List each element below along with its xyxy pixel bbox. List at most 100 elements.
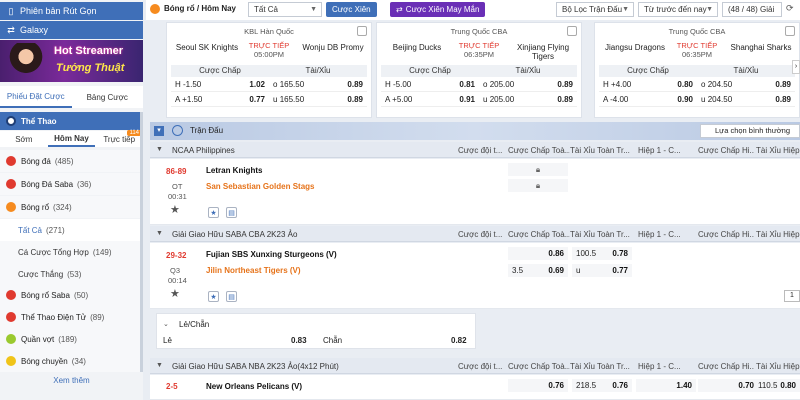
chevron-down-icon: ▼	[622, 6, 629, 13]
card-odd[interactable]: u 205.00 0.89	[479, 92, 577, 106]
sidebar-item[interactable]: Thể Thao Điện Tử (89)	[0, 306, 143, 328]
odd: 0.80	[677, 79, 693, 89]
card-odd[interactable]: u 165.50 0.89	[269, 92, 367, 106]
match-filter-select[interactable]: Bộ Lọc Trận Đấu ▼	[556, 2, 634, 17]
page-select[interactable]: 1	[784, 290, 800, 302]
sidebar-item[interactable]: Quần vợt (189)	[0, 328, 143, 350]
favorite-star-icon[interactable]: ★	[170, 203, 180, 216]
col-header: Hiệp 1 - C...	[638, 146, 681, 155]
handicap-odd-home[interactable]: 0.86	[508, 247, 568, 260]
stats-icon[interactable]: ▤	[226, 291, 237, 302]
sidebar-item-label: Bóng rổ	[21, 202, 50, 212]
tab-bet-slip[interactable]: Phiếu Đặt Cược	[0, 86, 72, 108]
card-odd[interactable]: o 165.50 0.89	[269, 77, 367, 91]
odd-value: 0.80	[780, 381, 796, 390]
half-handicap-odd[interactable]: 0.70	[698, 379, 758, 392]
sidebar-item[interactable]: Bóng đá (485)	[0, 150, 143, 172]
card-odd[interactable]: H -1.50 1.02	[171, 77, 269, 91]
promo-banner[interactable]: Hot Streamer Tướng Thuật	[0, 40, 143, 82]
even-value[interactable]: 0.82	[451, 336, 467, 345]
see-more-link[interactable]: Xem thêm	[0, 372, 143, 388]
col-header: Cược đội t...	[458, 230, 503, 239]
ou-odd-over[interactable]: 218.5 0.76	[572, 379, 632, 392]
card-odd[interactable]: H -5.00 0.81	[381, 77, 479, 91]
league-header[interactable]: ▼ Giải Giao Hữu SABA NBA 2K23 Ảo(4x12 Ph…	[150, 358, 800, 374]
card-away-team: Xinjiang Flying Tigers	[516, 43, 570, 61]
sidebar-item[interactable]: Tất Cả (271)	[0, 219, 143, 241]
card-odd[interactable]: A +5.00 0.91	[381, 92, 479, 106]
odd-label[interactable]: Lẻ	[163, 336, 172, 345]
sidebar-item[interactable]: Cược Thắng (53)	[0, 263, 143, 285]
card-odd[interactable]: o 204.50 0.89	[697, 77, 795, 91]
refresh-icon: ⇄	[7, 24, 15, 35]
league-filter-select[interactable]: (48 / 48) Giải	[722, 2, 782, 17]
card-odd[interactable]: A -4.00 0.90	[599, 92, 697, 106]
card-league: Trung Quốc CBA	[450, 27, 508, 36]
ou-line: 218.5	[576, 381, 597, 390]
match-card[interactable]: KBL Hàn Quốc Seoul SK Knights TRỰC TIẾP 05:…	[166, 22, 372, 118]
match-card[interactable]: Trung Quốc CBA Beijing Ducks TRỰC TIẾP 06:3…	[376, 22, 582, 118]
sidebar-item[interactable]: Bóng rổ (324)	[0, 196, 143, 218]
away-marker: A	[385, 94, 390, 104]
line: 205.00	[489, 94, 515, 104]
collapse-icon[interactable]: ▾	[154, 126, 164, 136]
odd-value: 0.69	[548, 266, 564, 275]
handicap-odd-away[interactable]: 3.5 0.69	[508, 264, 568, 277]
time-filter-select[interactable]: Từ trước đến nay ▼	[638, 2, 718, 17]
league-header[interactable]: ▼ NCAA Philippines Cược đội t... Cược Ch…	[150, 142, 800, 158]
favorite-star-icon[interactable]: ★	[170, 287, 180, 300]
home-marker: H	[385, 79, 391, 89]
refresh-icon[interactable]: ⟳	[786, 3, 794, 14]
league-header[interactable]: ▼ Giải Giao Hữu SABA CBA 2K23 Ảo Cược độ…	[150, 226, 800, 242]
card-odd[interactable]: o 205.00 0.89	[479, 77, 577, 91]
market-select[interactable]: Tất Cả ▼	[248, 2, 322, 17]
favorite-icon[interactable]: ★	[208, 291, 219, 302]
col-header: Cược Chấp Hi...	[698, 362, 754, 371]
sidebar-item[interactable]: Cá Cược Tổng Hợp (149)	[0, 241, 143, 263]
promo-line1: Hot Streamer	[54, 45, 124, 57]
home-team: New Orleans Pelicans (V)	[206, 382, 303, 391]
match-card[interactable]: Trung Quốc CBA Jiangsu Dragons TRỰC TIẾP 06…	[594, 22, 800, 118]
tab-live[interactable]: Trực tiếp 114	[95, 130, 143, 147]
galaxy-button[interactable]: ⇄ Galaxy	[0, 21, 143, 39]
bet-tabs: Phiếu Đặt Cược Bảng Cược	[0, 86, 143, 108]
odd: 0.89	[775, 79, 791, 89]
tab-bet-table[interactable]: Bảng Cược	[72, 86, 144, 108]
sidebar-item-label: Bóng Đá Saba	[21, 179, 74, 189]
half-1x2-odd[interactable]: 1.40	[636, 379, 696, 392]
handicap-odd-home[interactable]: 0.76	[508, 379, 568, 392]
tab-early[interactable]: Sớm	[0, 131, 48, 147]
ou-odd-under[interactable]: u 0.77	[572, 264, 632, 277]
lock-icon: 🔒︎	[508, 179, 568, 192]
line: 165.50	[279, 94, 305, 104]
card-league: KBL Hàn Quốc	[244, 27, 294, 36]
handicap-header: Cược Chấp	[199, 66, 241, 75]
tab-today[interactable]: Hôm Nay	[47, 131, 96, 147]
sidebar-item[interactable]: Bóng rổ Saba (50)	[0, 284, 143, 306]
odd-value: 0.76	[612, 381, 628, 390]
card-odd[interactable]: u 204.50 0.89	[697, 92, 795, 106]
even-label[interactable]: Chẵn	[323, 336, 342, 345]
stats-icon[interactable]: ▤	[226, 207, 237, 218]
lucky-parlay-button[interactable]: ⇄ Cược Xiên May Mắn	[390, 2, 486, 17]
sidebar-item[interactable]: Bóng chuyền (34)	[0, 350, 143, 372]
odd-value[interactable]: 0.83	[291, 336, 307, 345]
sidebar-scrollbar[interactable]	[140, 112, 143, 372]
sports-header[interactable]: Thể Thao	[0, 112, 143, 130]
card-away-team: Wonju DB Promy	[302, 43, 364, 52]
half-ou-odd[interactable]: 110.5 0.80	[754, 379, 800, 392]
away-marker: A	[175, 94, 180, 104]
mobile-version-button[interactable]: ▯ Phiên bản Rút Gọn	[0, 2, 143, 20]
favorite-icon[interactable]: ★	[208, 207, 219, 218]
ou-line: 100.5	[576, 249, 597, 258]
sidebar-item-count: (271)	[46, 225, 65, 235]
card-odd[interactable]: H +4.00 0.80	[599, 77, 697, 91]
col-header: Hiệp 1 - C...	[638, 230, 681, 239]
sidebar-item-label: Thể Thao Điện Tử	[21, 312, 87, 322]
sidebar-item[interactable]: Bóng Đá Saba (36)	[0, 173, 143, 195]
sort-select[interactable]: Lựa chọn bình thường	[700, 124, 800, 138]
cards-next-button[interactable]: ›	[792, 60, 800, 74]
parlay-button[interactable]: Cược Xiên	[326, 2, 377, 17]
ou-odd-over[interactable]: 100.5 0.78	[572, 247, 632, 260]
card-odd[interactable]: A +1.50 0.77	[171, 92, 269, 106]
